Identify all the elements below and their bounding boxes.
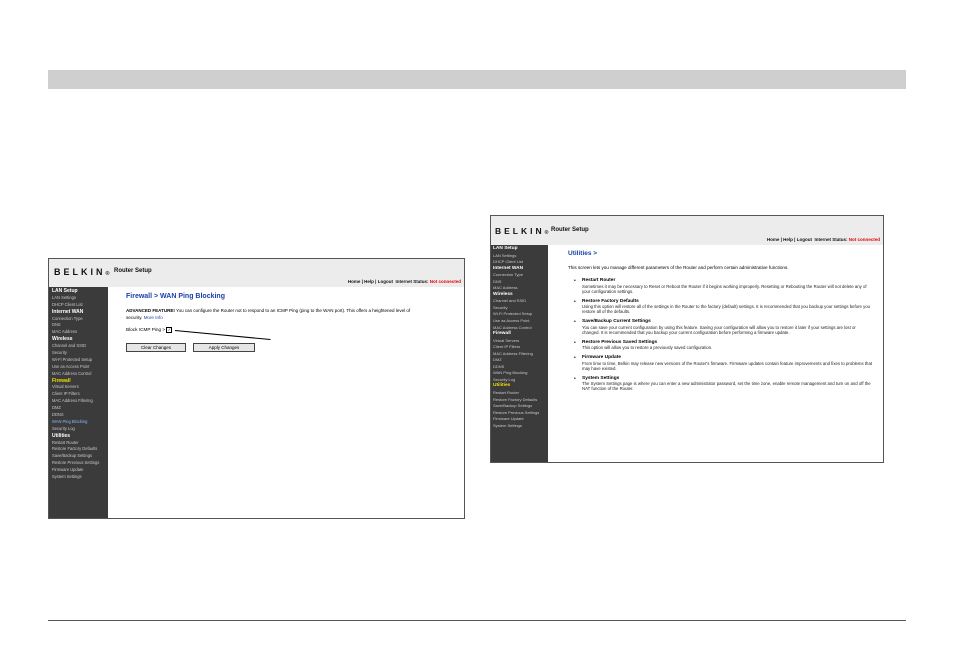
main-content: Firewall > WAN Ping Blocking ADVANCED FE…	[108, 287, 464, 518]
sidebar-nav: LAN Setup LAN Settings DHCP Client List Int…	[491, 245, 548, 462]
header-links[interactable]: Home | Help | Logout	[348, 279, 393, 284]
utility-item-description: This option will allow you to restore a …	[582, 345, 713, 350]
sidebar-item[interactable]: DMZ	[49, 405, 108, 412]
sidebar-item[interactable]: System Settings	[491, 423, 548, 430]
advanced-feature-text: ADVANCED FEATURE! You can configure the …	[126, 308, 426, 321]
sidebar-item[interactable]: MAC Address	[49, 329, 108, 336]
bullet-icon: •	[574, 375, 576, 382]
utility-item-description: From time to time, Belkin may release ne…	[582, 360, 873, 371]
sidebar-item[interactable]: Use as Access Point	[49, 364, 108, 371]
block-icmp-ping-label: Block ICMP Ping >	[126, 327, 166, 333]
sidebar-item[interactable]: DHCP Client List	[49, 302, 108, 309]
sidebar-item[interactable]: Utilities	[49, 433, 108, 440]
bullet-icon: •	[574, 355, 576, 361]
belkin-logo: BELKIN®	[495, 226, 549, 236]
utility-item: • Save/Backup Current Settings You can sav…	[574, 319, 874, 335]
page-title: Utilities >	[568, 250, 598, 257]
internet-status-label: Internet Status:	[814, 237, 848, 242]
sidebar-item[interactable]: Security Log	[49, 426, 108, 433]
router-header: BELKIN® Router Setup Home | Help | Logou…	[49, 259, 464, 287]
sidebar-item[interactable]: MAC Address Control	[49, 371, 108, 378]
utility-item: • Firmware Update From time to time, Belki…	[574, 355, 874, 371]
sidebar-item[interactable]: Restore Previous Settings	[49, 460, 108, 467]
callout-line	[174, 330, 271, 341]
sidebar-item[interactable]: Connection Type	[49, 316, 108, 323]
belkin-logo: BELKIN®	[54, 267, 110, 277]
header-links[interactable]: Home | Help | Logout	[767, 237, 812, 242]
sidebar-item[interactable]: LAN Settings	[49, 295, 108, 302]
sidebar-nav: LAN Setup LAN Settings DHCP Client List Int…	[49, 287, 108, 518]
utility-item: • Restart Router Sometimes it may be neces…	[574, 278, 874, 294]
apply-changes-button[interactable]: Apply Changes	[193, 343, 255, 352]
more-info-link[interactable]: More Info	[144, 315, 163, 320]
sidebar-item[interactable]: Restart Router	[49, 440, 108, 447]
page-header-bar	[48, 70, 906, 89]
utility-item: • Restore Factory Defaults Using this opti…	[574, 299, 874, 315]
sidebar-item[interactable]: DNS	[49, 322, 108, 329]
sidebar-item[interactable]: LAN Setup	[49, 288, 108, 295]
internet-status-value: Not connected	[848, 237, 880, 242]
status-line: Home | Help | Logout Internet Status: No…	[767, 237, 880, 242]
utilities-list: • Restart Router Sometimes it may be neces…	[574, 278, 874, 396]
sidebar-item[interactable]: Firewall	[49, 378, 108, 385]
internet-status-label: Internet Status:	[395, 279, 429, 284]
advanced-feature-label: ADVANCED FEATURE!	[126, 308, 175, 313]
bullet-icon: •	[574, 298, 576, 305]
bullet-icon: •	[574, 339, 576, 346]
sidebar-item[interactable]: Client IP Filters	[49, 391, 108, 398]
sidebar-item[interactable]: Restore Factory Defaults	[49, 446, 108, 453]
intro-text: This screen lets you manage different pa…	[568, 265, 789, 270]
internet-status-value: Not connected	[429, 279, 461, 284]
sidebar-item[interactable]: Wi-Fi Protected Setup	[49, 357, 108, 364]
sidebar-item[interactable]: Security	[49, 350, 108, 357]
sidebar-item[interactable]: System Settings	[49, 474, 108, 481]
footer-rule	[48, 620, 906, 621]
wan-ping-blocking-screenshot: BELKIN® Router Setup Home | Help | Logou…	[48, 258, 465, 519]
sidebar-item[interactable]: Save/Backup Settings	[49, 453, 108, 460]
app-title: Router Setup	[551, 227, 589, 233]
utility-item: • Restore Previous Saved Settings This opt…	[574, 340, 874, 351]
utility-item: • System Settings The System Settings page…	[574, 376, 874, 392]
app-title: Router Setup	[114, 268, 152, 274]
utility-item-description: Sometimes it may be necessary to Reset o…	[582, 283, 867, 294]
utility-item-description: Using this option will restore all of th…	[582, 304, 871, 314]
bullet-icon: •	[574, 319, 576, 325]
router-header: BELKIN® Router Setup Home | Help | Logou…	[491, 216, 883, 245]
status-line: Home | Help | Logout Internet Status: No…	[348, 279, 461, 284]
sidebar-item[interactable]: Internet WAN	[49, 309, 108, 316]
sidebar-item[interactable]: Firmware Update	[49, 467, 108, 474]
block-icmp-ping-row: Block ICMP Ping > ✓	[126, 327, 173, 333]
main-content: Utilities > This screen lets you manage …	[548, 245, 883, 462]
sidebar-item[interactable]: MAC Address Filtering	[49, 398, 108, 405]
sidebar-item[interactable]: Wireless	[49, 336, 108, 343]
sidebar-item[interactable]: Virtual Servers	[49, 384, 108, 391]
utilities-screenshot: BELKIN® Router Setup Home | Help | Logou…	[490, 215, 884, 463]
page-title: Firewall > WAN Ping Blocking	[126, 293, 225, 300]
sidebar-item[interactable]: DDNS	[49, 412, 108, 419]
sidebar-item[interactable]: Channel and SSID	[49, 343, 108, 350]
bullet-icon: •	[574, 278, 576, 284]
utility-item-description: You can save your current configuration …	[582, 324, 856, 335]
clear-changes-button[interactable]: Clear Changes	[126, 343, 186, 352]
sidebar-item[interactable]: WAN Ping Blocking	[49, 419, 108, 426]
utility-item-description: The System Settings page is where you ca…	[582, 381, 871, 391]
block-icmp-ping-checkbox[interactable]: ✓	[166, 327, 173, 333]
